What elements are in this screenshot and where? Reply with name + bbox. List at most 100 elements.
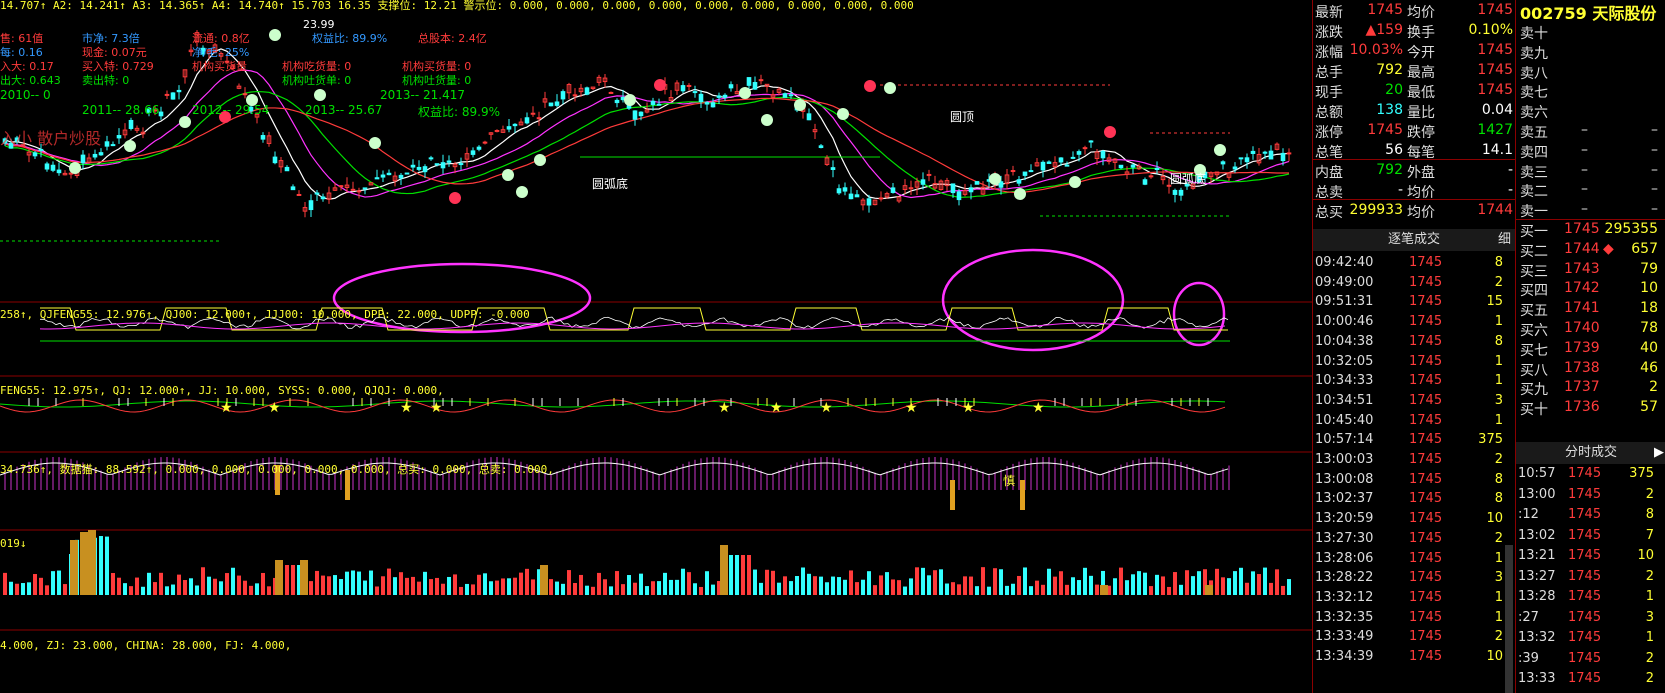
tick-row[interactable]: 13:00:03 1745 2 <box>1313 449 1515 470</box>
volume-bar <box>825 582 829 595</box>
tick-row[interactable]: 10:04:38 1745 8 <box>1313 331 1515 352</box>
buy-level-row[interactable]: 买一 1745 295355 <box>1516 219 1665 240</box>
minute-trade-row[interactable]: 13:00 1745 2 <box>1516 485 1665 506</box>
minute-trade-row[interactable]: 13:27 1745 2 <box>1516 567 1665 588</box>
tick-scrollbar[interactable] <box>1505 545 1513 693</box>
sell-level-row[interactable]: 卖三 – – <box>1516 160 1665 181</box>
buy-level-row[interactable]: 买九 1737 2 <box>1516 377 1665 398</box>
minute-trade-title: 分时成交 <box>1564 445 1617 460</box>
tick-row[interactable]: 13:28:22 1745 3 <box>1313 567 1515 588</box>
volume-panel[interactable] <box>3 530 1291 595</box>
candle-body <box>296 193 302 196</box>
tick-row[interactable]: 13:02:37 1745 8 <box>1313 488 1515 509</box>
sell-level-row[interactable]: 卖七 <box>1516 80 1665 101</box>
tick-row[interactable]: 10:00:46 1745 1 <box>1313 311 1515 332</box>
tick-row[interactable]: 13:34:39 1745 10 <box>1313 646 1515 667</box>
tick-row[interactable]: 10:32:05 1745 1 <box>1313 351 1515 372</box>
buy-level-row[interactable]: 买十 1736 57 <box>1516 397 1665 418</box>
info-item: 机构吐货单: 0 <box>282 74 352 87</box>
sell-level-row[interactable]: 卖十 <box>1516 21 1665 42</box>
volume-bar <box>1269 582 1273 595</box>
signal-marker-icon <box>534 154 546 166</box>
quote-label: 今开 <box>1407 45 1435 61</box>
arc-bottom-label-1: 圆弧底 <box>592 177 629 191</box>
panel3-legend: FENG55: 12.975↑, QJ: 12.000↑, JJ: 10.000… <box>0 384 444 397</box>
candle-body <box>878 197 884 200</box>
sell-level-row[interactable]: 卖八 <box>1516 61 1665 82</box>
minute-trade-row[interactable]: 13:32 1745 1 <box>1516 628 1665 649</box>
sell-level-row[interactable]: 卖二 – – <box>1516 179 1665 200</box>
candle-body <box>974 181 980 185</box>
minute-trade-row[interactable]: 10:57 1745 375 <box>1516 464 1665 485</box>
tick-row[interactable]: 13:20:59 1745 10 <box>1313 508 1515 529</box>
tick-row[interactable]: 10:34:33 1745 1 <box>1313 370 1515 391</box>
volume-bar <box>429 579 433 595</box>
quote-label: 最低 <box>1407 85 1435 101</box>
minute-trade-row[interactable]: :27 1745 3 <box>1516 608 1665 629</box>
sell-level-row[interactable]: 卖五 – – <box>1516 120 1665 141</box>
tick-row[interactable]: 13:32:35 1745 1 <box>1313 607 1515 628</box>
signal-marker-icon <box>314 89 326 101</box>
tick-row[interactable]: 13:33:49 1745 2 <box>1313 626 1515 647</box>
tick-row[interactable]: 13:00:08 1745 8 <box>1313 469 1515 490</box>
tick-time: 09:51:31 <box>1315 294 1374 310</box>
minute-trade-row[interactable]: :39 1745 2 <box>1516 649 1665 670</box>
tick-row[interactable]: 13:28:06 1745 1 <box>1313 548 1515 569</box>
sell-level-row[interactable]: 卖一 – – <box>1516 199 1665 220</box>
sell-level-row[interactable]: 卖四 – – <box>1516 140 1665 161</box>
minute-trade-volume: 2 <box>1645 486 1654 502</box>
tick-detail-button[interactable]: 细 <box>1498 229 1511 251</box>
volume-bar <box>9 581 13 595</box>
tick-row[interactable]: 09:42:40 1745 8 <box>1313 252 1515 273</box>
tick-row[interactable]: 09:49:00 1745 2 <box>1313 272 1515 293</box>
volume-bar <box>681 568 685 595</box>
tick-row[interactable]: 13:27:30 1745 2 <box>1313 528 1515 549</box>
signal-marker-icon <box>884 82 896 94</box>
quote-label: 外盘 <box>1407 165 1435 181</box>
volume-bar <box>99 536 103 595</box>
minute-trade-row[interactable]: 13:21 1745 10 <box>1516 546 1665 567</box>
tick-row[interactable]: 10:45:40 1745 1 <box>1313 410 1515 431</box>
buy-level-row[interactable]: 买八 1738 46 <box>1516 358 1665 379</box>
indicator-panel-feng[interactable]: ★ ★ ★ ★ ★ ★ ★ ★ ★ ★ <box>0 398 1226 416</box>
minute-trade-time: 13:02 <box>1518 527 1556 543</box>
candle-body <box>440 162 446 169</box>
buy-level-row[interactable]: 买二 1744 ◆ 657 <box>1516 239 1665 260</box>
sell-level-row[interactable]: 卖九 <box>1516 41 1665 62</box>
candle-body <box>1118 164 1124 169</box>
buy-level-row[interactable]: 买四 1742 10 <box>1516 278 1665 299</box>
tick-row[interactable]: 09:51:31 1745 15 <box>1313 291 1515 312</box>
expand-arrow-icon[interactable]: ▶ <box>1654 442 1664 464</box>
tick-volume: 10 <box>1486 649 1503 664</box>
volume-bar <box>621 584 625 595</box>
volume-bar <box>501 578 505 595</box>
indicator-panel-qjfeng[interactable] <box>39 248 1230 352</box>
tick-row[interactable]: 13:32:12 1745 1 <box>1313 587 1515 608</box>
tick-trade-header[interactable]: 逐笔成交 细 <box>1313 229 1515 251</box>
candle-body <box>1010 170 1016 173</box>
sell-level-volume: – <box>1651 141 1658 158</box>
volume-bar <box>657 581 661 595</box>
tick-row[interactable]: 10:57:14 1745 375 <box>1313 429 1515 450</box>
buy-level-row[interactable]: 买五 1741 18 <box>1516 298 1665 319</box>
buy-level-volume: 46 <box>1640 359 1658 376</box>
candle-body <box>428 157 434 160</box>
volume-bar-highlight <box>70 540 78 595</box>
quote-label: 现手 <box>1315 85 1343 101</box>
sell-level-row[interactable]: 卖六 <box>1516 100 1665 121</box>
buy-level-row[interactable]: 买三 1743 79 <box>1516 259 1665 280</box>
candle-body <box>1238 157 1244 160</box>
volume-bar <box>513 577 517 595</box>
volume-bar <box>915 567 919 595</box>
minute-trade-header[interactable]: 分时成交 ▶ <box>1516 442 1665 464</box>
volume-bar <box>573 582 577 595</box>
minute-trade-row[interactable]: 13:28 1745 1 <box>1516 587 1665 608</box>
minute-trade-row[interactable]: :12 1745 8 <box>1516 505 1665 526</box>
minute-trade-row[interactable]: 13:02 1745 7 <box>1516 526 1665 547</box>
minute-trade-row[interactable]: 13:33 1745 2 <box>1516 669 1665 690</box>
buy-level-row[interactable]: 买七 1739 40 <box>1516 338 1665 359</box>
tick-row[interactable]: 10:34:51 1745 3 <box>1313 390 1515 411</box>
round-top-label: 圆顶 <box>950 110 975 124</box>
volume-bar-highlight <box>300 560 308 595</box>
buy-level-row[interactable]: 买六 1740 78 <box>1516 318 1665 339</box>
